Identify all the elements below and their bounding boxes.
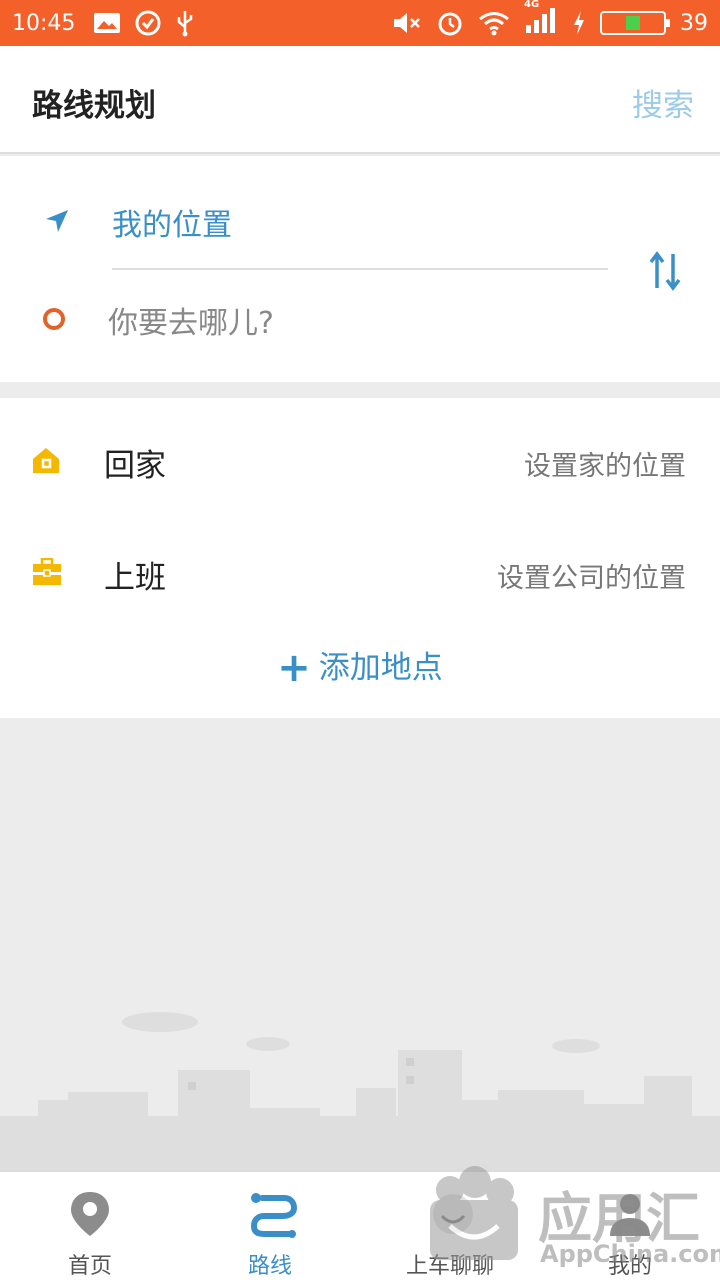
navigation-arrow-icon — [46, 210, 68, 232]
home-icon — [33, 448, 59, 473]
route-input-card: 我的位置 你要去哪儿? — [0, 156, 720, 382]
alarm-icon — [438, 12, 462, 36]
wifi-icon — [479, 12, 509, 36]
origin-field[interactable]: 我的位置 — [112, 200, 232, 244]
set-work-button[interactable]: 设置公司的位置 — [497, 556, 686, 595]
place-work-row[interactable]: 上班 设置公司的位置 — [0, 518, 720, 618]
status-time: 10:45 — [12, 10, 76, 36]
app-header: 路线规划 搜索 — [0, 46, 720, 154]
destination-dot-icon — [43, 308, 65, 330]
place-work-label: 上班 — [104, 560, 166, 596]
location-pin-icon — [71, 1192, 109, 1236]
set-home-button[interactable]: 设置家的位置 — [524, 444, 686, 483]
search-button[interactable]: 搜索 — [632, 80, 694, 125]
nav-tab-route[interactable]: 路线 — [180, 1172, 360, 1280]
page-title: 路线规划 — [32, 88, 156, 124]
add-place-button[interactable]: + 添加地点 — [0, 642, 720, 691]
field-divider — [112, 268, 608, 270]
watermark-subtext: AppChina.com — [540, 1240, 720, 1268]
swap-icon[interactable] — [648, 250, 682, 292]
appchina-logo-icon — [430, 1166, 518, 1260]
route-icon — [250, 1193, 298, 1238]
check-circle-icon — [135, 10, 161, 36]
nav-tab-home[interactable]: 首页 — [0, 1172, 180, 1280]
place-home-row[interactable]: 回家 设置家的位置 — [0, 406, 720, 506]
city-skyline-illustration — [0, 1012, 720, 1170]
network-type: 4G — [524, 0, 540, 10]
destination-field[interactable]: 你要去哪儿? — [108, 298, 274, 342]
mute-icon — [394, 13, 420, 33]
add-place-label: 添加地点 — [318, 650, 443, 686]
charging-icon — [574, 11, 584, 35]
nav-tab-route-label: 路线 — [247, 1254, 292, 1279]
battery-level: 39 — [680, 10, 708, 36]
saved-places: 回家 设置家的位置 上班 设置公司的位置 + 添加地点 — [0, 398, 720, 718]
briefcase-icon — [33, 558, 61, 585]
battery-icon — [600, 11, 670, 35]
image-notification-icon — [94, 13, 121, 33]
place-home-label: 回家 — [104, 448, 166, 484]
plus-icon: + — [277, 645, 311, 691]
signal-icon — [526, 8, 555, 33]
appchina-watermark: 应用汇 AppChina.com — [420, 1160, 720, 1280]
nav-tab-home-label: 首页 — [67, 1254, 112, 1279]
usb-icon — [178, 11, 193, 37]
status-bar: 10:45 4G 39 — [0, 0, 720, 46]
